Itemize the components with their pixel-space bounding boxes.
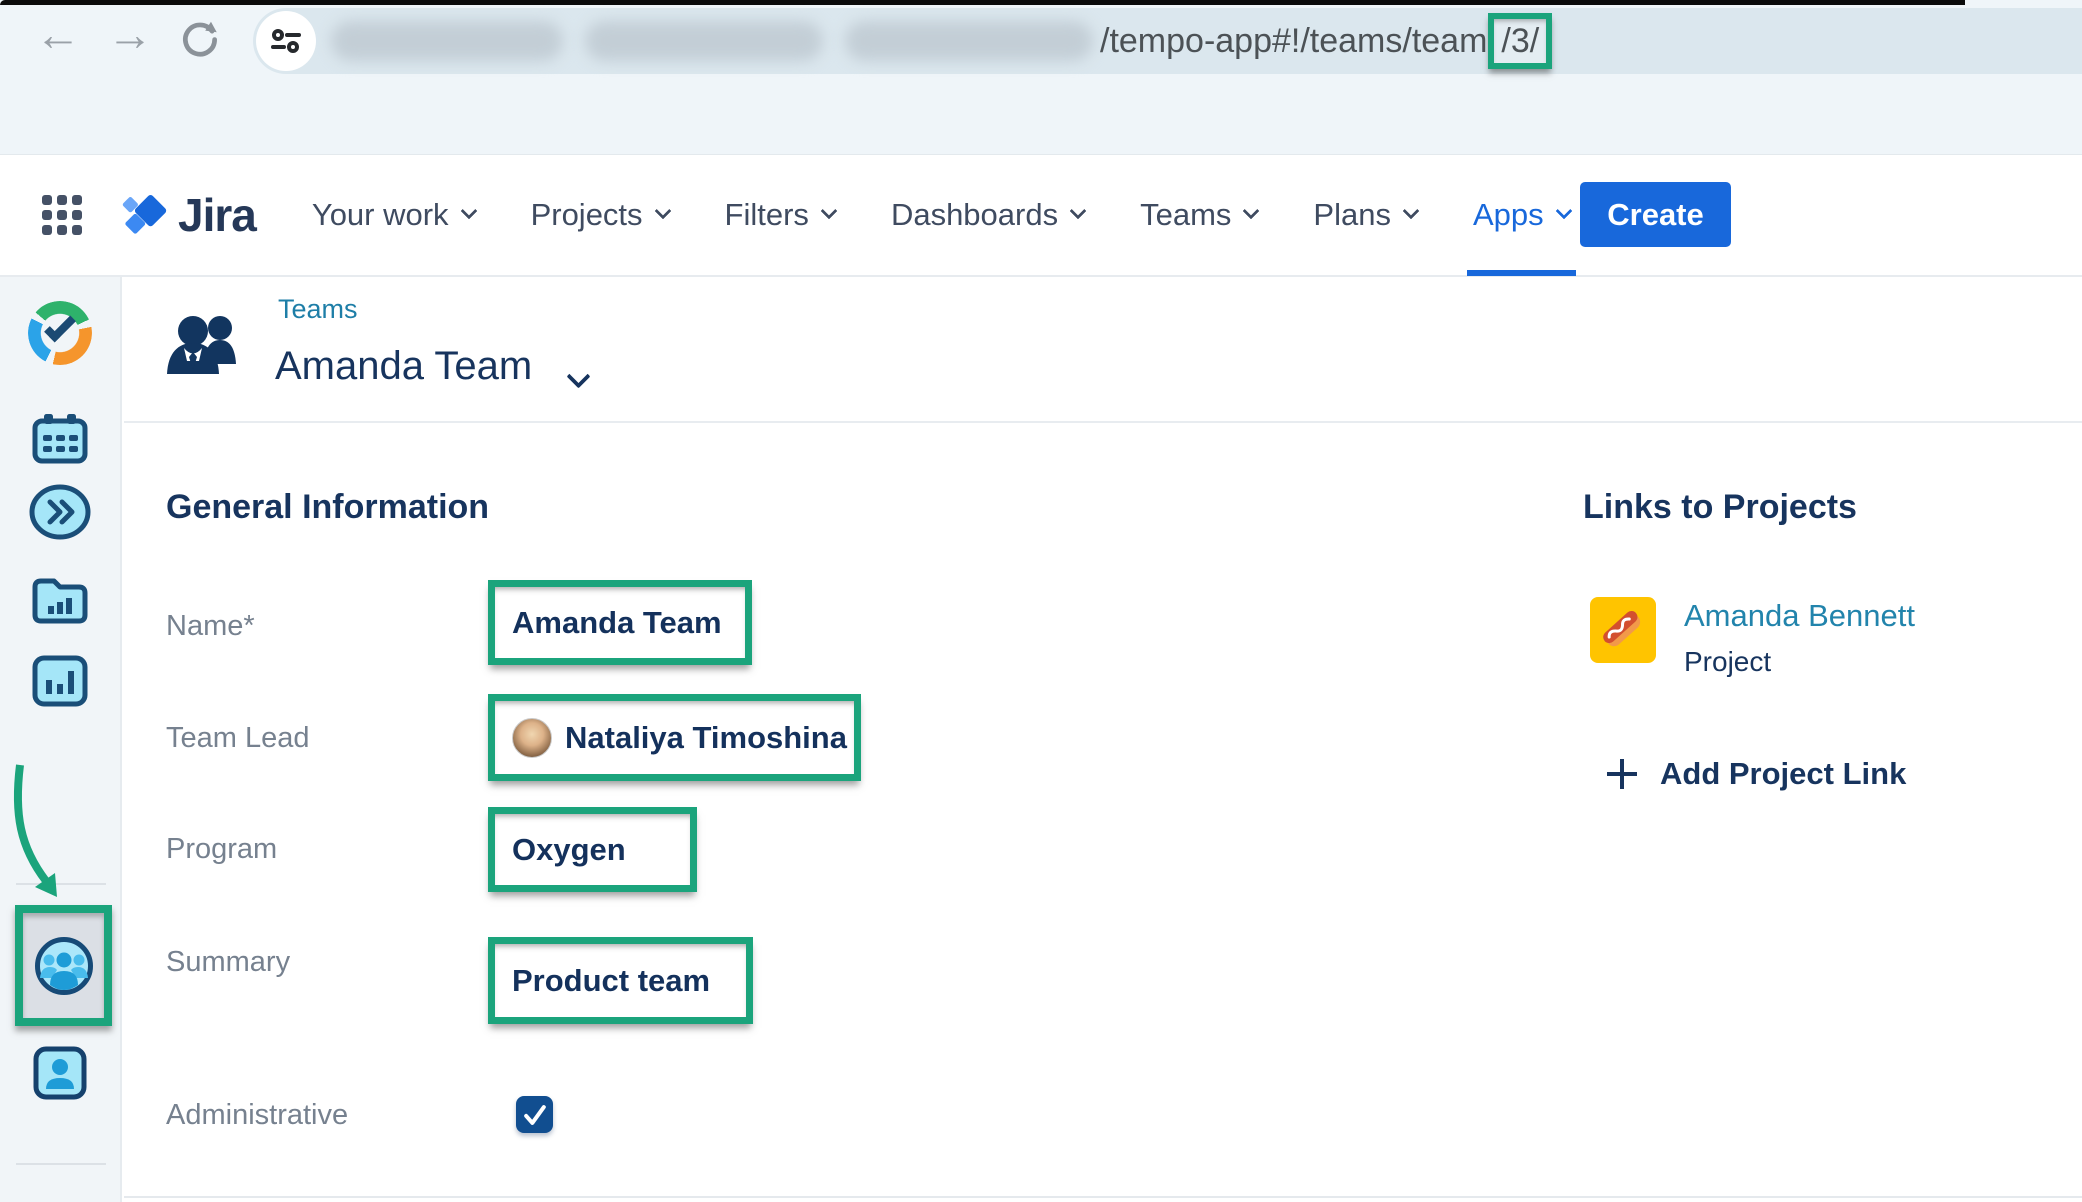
nav-item-your-work[interactable]: Your work bbox=[312, 155, 475, 275]
jira-logo[interactable]: Jira bbox=[120, 188, 256, 242]
hot-dog-icon bbox=[1589, 596, 1657, 664]
summary-label: Summary bbox=[166, 946, 290, 979]
teams-icon bbox=[34, 936, 94, 996]
general-information-title: General Information bbox=[166, 488, 489, 527]
jira-top-navbar: Jira Your work Projects Filters Dashboar… bbox=[0, 155, 2082, 277]
plus-icon bbox=[1604, 756, 1640, 792]
app-switcher-button[interactable] bbox=[42, 195, 82, 235]
browser-reload-button[interactable] bbox=[172, 10, 228, 66]
nav-menu: Your work Projects Filters Dashboards Te… bbox=[312, 155, 1570, 275]
nav-item-filters[interactable]: Filters bbox=[725, 155, 835, 275]
url-path-text: /tempo-app#!/teams/team/3/ bbox=[1100, 8, 1552, 74]
site-settings-button[interactable] bbox=[256, 11, 316, 71]
url-highlight-annotation: /3/ bbox=[1488, 13, 1552, 69]
chevron-down-icon bbox=[1402, 203, 1419, 220]
links-to-projects-title: Links to Projects bbox=[1583, 488, 1857, 527]
jira-mark-icon bbox=[120, 191, 168, 239]
team-avatar-icon bbox=[163, 308, 247, 388]
jira-wordmark: Jira bbox=[178, 188, 256, 242]
folder-chart-icon bbox=[31, 576, 89, 628]
nav-item-projects[interactable]: Projects bbox=[531, 155, 669, 275]
program-label: Program bbox=[166, 833, 277, 866]
browser-forward-button[interactable]: → bbox=[102, 6, 158, 62]
title-chevron-down-icon[interactable] bbox=[566, 364, 590, 388]
nav-item-dashboards[interactable]: Dashboards bbox=[891, 155, 1084, 275]
window-top-edge bbox=[0, 0, 1965, 5]
url-path-prefix: /tempo-app#!/teams/team bbox=[1100, 22, 1487, 61]
sidebar-divider bbox=[16, 1163, 106, 1165]
program-value[interactable]: Oxygen bbox=[512, 832, 626, 868]
chevron-down-icon bbox=[654, 203, 671, 220]
breadcrumb-teams-link[interactable]: Teams bbox=[278, 294, 358, 325]
summary-value-annotation: Product team bbox=[488, 937, 753, 1024]
page-title: Amanda Team bbox=[275, 344, 532, 389]
reload-icon bbox=[177, 15, 223, 61]
person-card-icon bbox=[33, 1046, 87, 1100]
annotation-arrow bbox=[6, 759, 76, 909]
program-value-annotation: Oxygen bbox=[488, 807, 697, 892]
team-lead-value-annotation: Nataliya Timoshina bbox=[488, 694, 861, 781]
sidebar-item-tempo-home[interactable] bbox=[28, 301, 92, 365]
team-lead-label: Team Lead bbox=[166, 722, 310, 755]
sidebar-item-teams[interactable] bbox=[34, 936, 94, 996]
summary-value[interactable]: Product team bbox=[512, 963, 710, 999]
name-label: Name* bbox=[166, 610, 255, 643]
sidebar-item-portfolio[interactable] bbox=[31, 576, 89, 628]
administrative-label: Administrative bbox=[166, 1099, 348, 1132]
create-button[interactable]: Create bbox=[1580, 182, 1731, 247]
section-divider bbox=[124, 1196, 2082, 1198]
tune-icon bbox=[269, 24, 303, 58]
bar-chart-icon bbox=[31, 654, 89, 708]
team-lead-value[interactable]: Nataliya Timoshina bbox=[565, 720, 847, 756]
add-project-link-button[interactable]: Add Project Link bbox=[1604, 756, 1906, 792]
sidebar-item-expand[interactable] bbox=[29, 484, 91, 540]
name-value[interactable]: Amanda Team bbox=[512, 605, 722, 641]
project-avatar-tile bbox=[1590, 597, 1656, 663]
page: ← → /tempo-app#!/teams/team/3/ bbox=[0, 0, 2082, 1202]
team-lead-avatar bbox=[512, 718, 552, 758]
name-value-annotation: Amanda Team bbox=[488, 580, 752, 665]
nav-item-plans[interactable]: Plans bbox=[1313, 155, 1417, 275]
nav-item-teams[interactable]: Teams bbox=[1140, 155, 1257, 275]
url-bar[interactable]: /tempo-app#!/teams/team/3/ bbox=[253, 8, 2082, 74]
browser-toolbar: ← → /tempo-app#!/teams/team/3/ bbox=[0, 0, 2082, 155]
double-chevron-icon bbox=[29, 484, 91, 540]
checkmark-icon bbox=[520, 1100, 550, 1130]
sidebar-item-reports[interactable] bbox=[31, 654, 89, 708]
chevron-down-icon bbox=[1070, 203, 1087, 220]
teams-annotation-box bbox=[15, 905, 112, 1026]
chevron-down-icon bbox=[460, 203, 477, 220]
browser-back-button[interactable]: ← bbox=[30, 6, 86, 62]
calendar-icon bbox=[31, 412, 89, 466]
administrative-checkbox[interactable] bbox=[516, 1096, 553, 1133]
tempo-sidebar bbox=[0, 277, 122, 1202]
project-link-amanda-bennett[interactable]: Amanda Bennett bbox=[1684, 598, 1915, 634]
chevron-down-icon bbox=[820, 203, 837, 220]
project-type-label: Project bbox=[1684, 646, 1771, 678]
chevron-down-icon bbox=[1555, 203, 1572, 220]
redacted-url-segment bbox=[585, 21, 823, 61]
redacted-url-segment bbox=[845, 21, 1093, 61]
redacted-url-segment bbox=[331, 21, 563, 61]
chevron-down-icon bbox=[1243, 203, 1260, 220]
sidebar-item-calendar[interactable] bbox=[31, 412, 89, 466]
sidebar-item-people[interactable] bbox=[33, 1046, 87, 1100]
nav-item-apps[interactable]: Apps bbox=[1473, 155, 1570, 275]
header-divider bbox=[124, 421, 2082, 423]
